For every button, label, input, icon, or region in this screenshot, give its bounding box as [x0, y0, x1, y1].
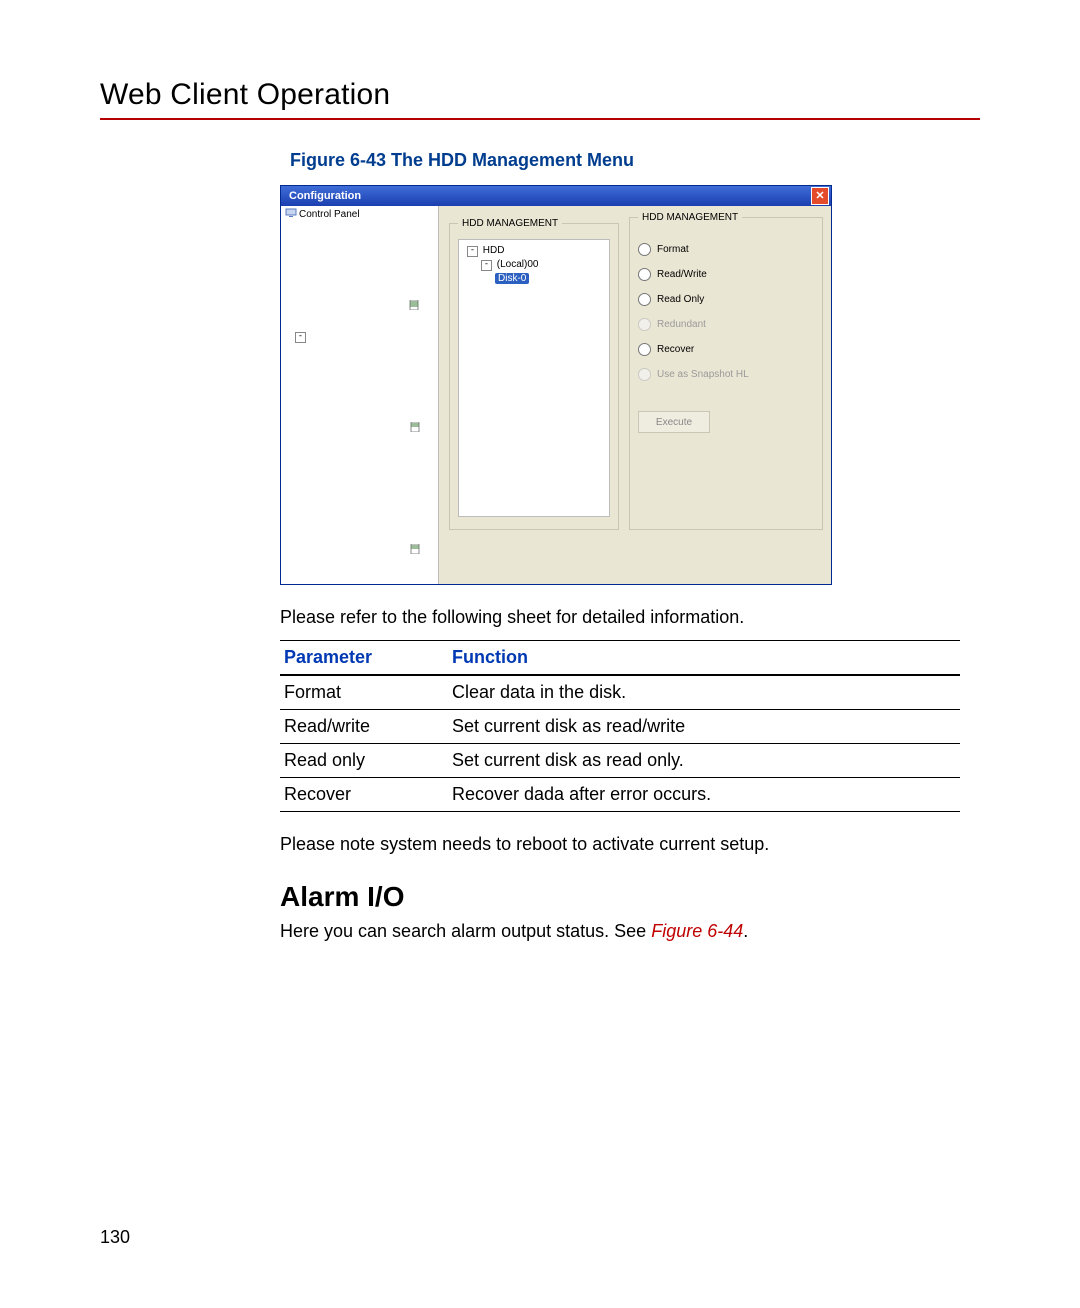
- radio-redundant: Redundant: [638, 318, 814, 331]
- hdd-action-group: HDD MANAGEMENT Format Read/Write Read On…: [629, 212, 823, 530]
- hdd-disk-tree[interactable]: - HDD - (Local)00 Disk-0: [458, 239, 610, 517]
- table-cell: Recover dada after error occurs.: [448, 778, 960, 812]
- hdd-tree-group: HDD MANAGEMENT - HDD - (Local)00 Disk-0: [449, 218, 619, 530]
- page-title: Web Client Operation: [100, 78, 980, 112]
- disk-node-local[interactable]: - (Local)00: [463, 258, 605, 272]
- th-parameter: Parameter: [280, 641, 448, 676]
- reboot-note: Please note system needs to reboot to ac…: [280, 834, 980, 855]
- figure-reference: Figure 6-44: [651, 921, 743, 941]
- title-rule: [100, 118, 980, 120]
- alarm-description: Here you can search alarm output status.…: [280, 921, 980, 942]
- close-icon[interactable]: ✕: [811, 187, 829, 205]
- table-cell: Clear data in the disk.: [448, 675, 960, 710]
- page-number: 130: [100, 1227, 130, 1248]
- execute-button[interactable]: Execute: [638, 411, 710, 433]
- radio-input-format[interactable]: [638, 243, 651, 256]
- parameter-table: Parameter Function Format Clear data in …: [280, 640, 960, 812]
- nav-tree[interactable]: Control Panel -Query System Info VERSION…: [281, 208, 438, 584]
- table-cell: Read only: [280, 744, 448, 778]
- page-icon: [309, 466, 439, 584]
- tree-hdd-info[interactable]: HDD INFO: [285, 466, 438, 584]
- radio-input-readwrite[interactable]: [638, 268, 651, 281]
- tree-root[interactable]: Control Panel: [285, 208, 438, 222]
- radio-readonly[interactable]: Read Only: [638, 293, 814, 306]
- table-cell: Set current disk as read/write: [448, 710, 960, 744]
- page-icon: [308, 222, 439, 340]
- window-title: Configuration: [289, 186, 361, 206]
- collapse-icon[interactable]: -: [481, 260, 492, 271]
- figure-caption: Figure 6-43 The HDD Management Menu: [290, 150, 980, 171]
- radio-input-readonly[interactable]: [638, 293, 651, 306]
- radio-recover[interactable]: Recover: [638, 343, 814, 356]
- tree-version[interactable]: VERSION: [285, 344, 438, 466]
- disk-node-hdd[interactable]: - HDD: [463, 244, 605, 258]
- settings-pane: HDD MANAGEMENT - HDD - (Local)00 Disk-0 …: [439, 206, 831, 584]
- nav-tree-pane: Control Panel -Query System Info VERSION…: [281, 206, 439, 584]
- radio-input-redundant: [638, 318, 651, 331]
- computer-icon: [285, 208, 297, 218]
- hdd-tree-legend: HDD MANAGEMENT: [458, 218, 562, 229]
- radio-format[interactable]: Format: [638, 243, 814, 256]
- intro-sheet-note: Please refer to the following sheet for …: [280, 607, 980, 628]
- radio-input-snapshot: [638, 368, 651, 381]
- radio-input-recover[interactable]: [638, 343, 651, 356]
- window-titlebar: Configuration ✕: [281, 186, 831, 206]
- table-cell: Set current disk as read only.: [448, 744, 960, 778]
- table-cell: Read/write: [280, 710, 448, 744]
- collapse-icon[interactable]: -: [295, 332, 306, 343]
- radio-snapshot: Use as Snapshot HL: [638, 368, 814, 381]
- configuration-window: Configuration ✕ Control Panel -Query Sys…: [280, 185, 832, 585]
- tree-query-system-info[interactable]: -Query System Info: [285, 222, 438, 344]
- page-icon: [309, 344, 439, 462]
- table-cell: Format: [280, 675, 448, 710]
- radio-readwrite[interactable]: Read/Write: [638, 268, 814, 281]
- table-cell: Recover: [280, 778, 448, 812]
- disk-node-disk0[interactable]: Disk-0: [463, 272, 605, 286]
- collapse-icon[interactable]: -: [467, 246, 478, 257]
- th-function: Function: [448, 641, 960, 676]
- section-alarm-io: Alarm I/O: [280, 881, 980, 913]
- hdd-action-legend: HDD MANAGEMENT: [638, 212, 742, 223]
